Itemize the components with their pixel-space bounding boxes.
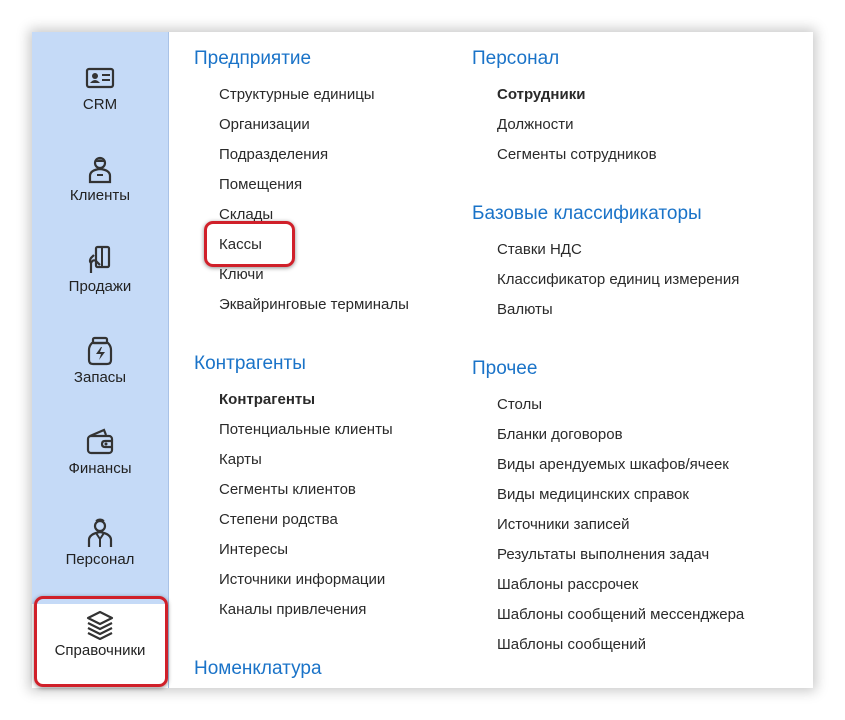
link-cards[interactable]: Карты: [219, 451, 262, 468]
link-contractors[interactable]: Контрагенты: [219, 391, 315, 408]
link-employees[interactable]: Сотрудники: [497, 86, 585, 103]
link-positions[interactable]: Должности: [497, 116, 574, 133]
link-messenger-templates[interactable]: Шаблоны сообщений мессенджера: [497, 606, 744, 623]
sidebar-item-crm[interactable]: CRM: [32, 58, 168, 144]
stock-jar-icon: [87, 336, 113, 366]
link-potential-clients[interactable]: Потенциальные клиенты: [219, 421, 393, 438]
link-interests[interactable]: Интересы: [219, 541, 288, 558]
link-organizations[interactable]: Организации: [219, 116, 310, 133]
link-units-classifier[interactable]: Классификатор единиц измерения: [497, 271, 739, 288]
link-record-sources[interactable]: Источники записей: [497, 516, 630, 533]
link-task-results[interactable]: Результаты выполнения задач: [497, 546, 709, 563]
link-kinship-degrees[interactable]: Степени родства: [219, 511, 338, 528]
link-premises[interactable]: Помещения: [219, 176, 302, 193]
stack-layers-icon: [86, 610, 114, 640]
link-acquisition-channels[interactable]: Каналы привлечения: [219, 601, 366, 618]
wallet-icon: [86, 428, 114, 455]
link-departments[interactable]: Подразделения: [219, 146, 328, 163]
sidebar-item-label: CRM: [82, 96, 118, 113]
link-currencies[interactable]: Валюты: [497, 301, 553, 318]
sidebar-item-clients[interactable]: Клиенты: [32, 149, 168, 235]
link-vat-rates[interactable]: Ставки НДС: [497, 241, 582, 258]
link-contract-forms[interactable]: Бланки договоров: [497, 426, 623, 443]
link-medical-certificate-types[interactable]: Виды медицинских справок: [497, 486, 689, 503]
sidebar-item-label: Персонал: [65, 551, 135, 568]
app-window: CRM Клиенты Продажи Запасы Финансы Персо…: [32, 32, 813, 688]
sidebar-item-label: Финансы: [68, 460, 132, 477]
section-title-nomenclature: Номенклатура: [194, 658, 322, 679]
link-warehouses[interactable]: Склады: [219, 206, 273, 223]
section-title-other: Прочее: [472, 358, 538, 379]
sidebar-item-label: Справочники: [54, 642, 146, 659]
section-title-base-classifiers: Базовые классификаторы: [472, 203, 702, 224]
link-structural-units[interactable]: Структурные единицы: [219, 86, 375, 103]
sidebar: CRM Клиенты Продажи Запасы Финансы Персо…: [32, 32, 169, 688]
contact-card-icon: [85, 67, 115, 89]
link-client-segments[interactable]: Сегменты клиентов: [219, 481, 356, 498]
sidebar-item-sales[interactable]: Продажи: [32, 240, 168, 326]
link-employee-segments[interactable]: Сегменты сотрудников: [497, 146, 657, 163]
section-title-enterprise: Предприятие: [194, 48, 312, 69]
link-cash-desks[interactable]: Кассы: [219, 236, 262, 253]
link-message-templates[interactable]: Шаблоны сообщений: [497, 636, 646, 653]
link-info-sources[interactable]: Источники информации: [219, 571, 385, 588]
sidebar-item-label: Клиенты: [69, 187, 131, 204]
sidebar-item-staff[interactable]: Персонал: [32, 513, 168, 599]
client-person-icon: [88, 156, 112, 184]
link-tables[interactable]: Столы: [497, 396, 542, 413]
section-title-contractors: Контрагенты: [194, 353, 306, 374]
link-locker-types[interactable]: Виды арендуемых шкафов/ячеек: [497, 456, 729, 473]
sidebar-item-directories[interactable]: Справочники: [32, 604, 168, 688]
section-title-personnel: Персонал: [472, 48, 560, 69]
sidebar-item-label: Запасы: [73, 369, 127, 386]
sales-hand-card-icon: [88, 245, 111, 273]
link-installment-templates[interactable]: Шаблоны рассрочек: [497, 576, 638, 593]
link-keys[interactable]: Ключи: [219, 266, 264, 283]
sidebar-item-finance[interactable]: Финансы: [32, 422, 168, 508]
link-acquiring-terminals[interactable]: Эквайринговые терминалы: [219, 296, 409, 313]
staff-person-icon: [87, 518, 113, 547]
sidebar-item-label: Продажи: [68, 278, 132, 295]
sidebar-item-stock[interactable]: Запасы: [32, 331, 168, 417]
